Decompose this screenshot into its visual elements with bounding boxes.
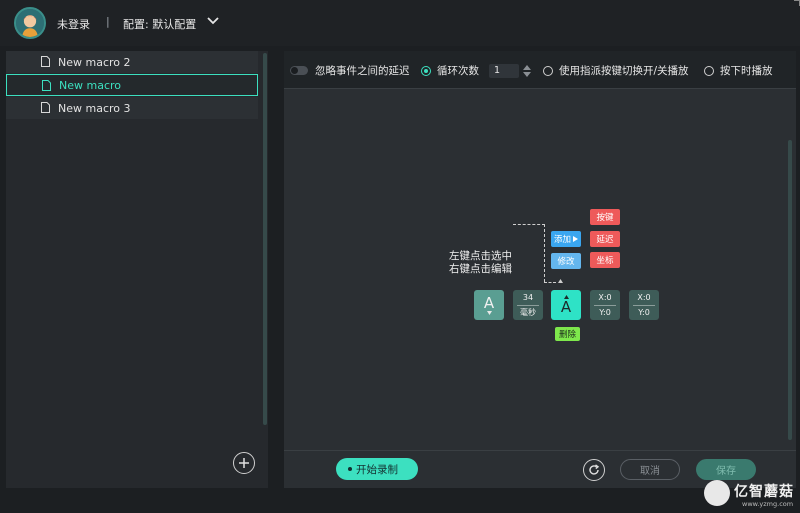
macro-item-2[interactable]: New macro 2: [6, 51, 258, 73]
save-label: 保存: [716, 466, 736, 477]
document-icon: [42, 80, 51, 91]
ignore-delay-toggle[interactable]: [290, 66, 308, 75]
record-dot-icon: [348, 467, 352, 471]
save-button[interactable]: 保存: [696, 459, 756, 480]
document-icon: [41, 102, 50, 113]
header-separator: |: [106, 15, 110, 28]
event-delay[interactable]: 34 毫秒: [513, 290, 543, 320]
chevron-down-icon[interactable]: [206, 14, 220, 28]
event-key-label: A: [560, 298, 572, 316]
ignore-delay-label: 忽略事件之间的延迟: [315, 65, 410, 77]
toggle-play-option[interactable]: 使用指派按键切换开/关播放: [543, 63, 689, 78]
watermark: 亿智蘑菇 www.yzmg.com: [702, 478, 796, 510]
caret-up-icon: [558, 279, 563, 283]
delay-value: 34: [522, 292, 534, 302]
hold-play-radio[interactable]: [704, 65, 714, 76]
help-line-1: 左键点击选中: [449, 250, 512, 262]
help-text: 左键点击选中 右键点击编辑: [449, 250, 512, 276]
macro-list-panel: New macro 2 New macro New macro 3: [6, 51, 268, 488]
help-line-2: 右键点击编辑: [449, 263, 512, 275]
hold-play-option[interactable]: 按下时播放: [704, 63, 773, 78]
macro-item-label: New macro 2: [58, 55, 131, 69]
cancel-label: 取消: [640, 466, 660, 477]
add-macro-button[interactable]: [233, 452, 255, 474]
hold-play-label: 按下时播放: [720, 65, 773, 77]
arrow-down-icon: [486, 311, 492, 315]
loop-count-label: 循环次数: [437, 65, 479, 77]
playback-options-bar: 忽略事件之间的延迟 循环次数 1 使用指派按键切换开/关播放 按下时播放: [284, 51, 796, 89]
coord-x: X:0: [598, 292, 612, 302]
caret-right-icon: [573, 236, 578, 242]
coord-y: Y:0: [638, 307, 650, 317]
macro-item-3[interactable]: New macro 3: [6, 97, 258, 119]
reset-button[interactable]: [583, 459, 605, 481]
event-coordinate[interactable]: X:0 Y:0: [629, 290, 659, 320]
macro-editor-panel: 忽略事件之间的延迟 循环次数 1 使用指派按键切换开/关播放 按下时播放 左键点…: [284, 51, 796, 488]
plus-icon: [239, 458, 249, 468]
top-bar: 未登录 | 配置: 默认配置: [0, 0, 800, 46]
edit-menu-label: 修改: [557, 257, 575, 267]
connector-line: [544, 224, 545, 282]
avatar[interactable]: [14, 7, 46, 39]
macro-list: New macro 2 New macro New macro 3: [6, 51, 258, 120]
add-key-button[interactable]: 按键: [590, 209, 620, 225]
start-recording-label: 开始录制: [356, 463, 398, 476]
event-coordinate[interactable]: X:0 Y:0: [590, 290, 620, 320]
loop-count-radio[interactable]: [421, 65, 431, 76]
delete-label: 删除: [558, 330, 576, 340]
document-icon: [41, 56, 50, 67]
coord-y: Y:0: [599, 307, 611, 317]
macro-item-label: New macro: [59, 78, 122, 92]
watermark-url: www.yzmg.com: [742, 500, 794, 508]
event-canvas: 左键点击选中 右键点击编辑 添加 修改 按键 延迟 坐标 A 34 毫秒 A X…: [284, 90, 796, 450]
add-key-label: 按键: [596, 213, 614, 223]
add-coordinate-button[interactable]: 坐标: [590, 252, 620, 268]
add-menu-label: 添加: [553, 235, 571, 245]
ignore-delay-option[interactable]: 忽略事件之间的延迟: [290, 63, 410, 78]
coord-x: X:0: [637, 292, 651, 302]
add-coordinate-label: 坐标: [596, 256, 614, 266]
cancel-button[interactable]: 取消: [620, 459, 680, 480]
refresh-icon: [589, 464, 600, 475]
connector-line: [544, 282, 556, 283]
start-recording-button[interactable]: 开始录制: [336, 458, 418, 480]
config-selector-label[interactable]: 配置: 默认配置: [123, 16, 196, 32]
macro-item-selected[interactable]: New macro: [6, 74, 258, 96]
add-menu-button[interactable]: 添加: [551, 231, 581, 247]
divider: [633, 304, 655, 306]
watermark-text: 亿智蘑菇: [734, 484, 794, 500]
canvas-scrollbar[interactable]: [788, 140, 792, 440]
avatar-icon: [16, 9, 44, 37]
loop-count-stepper[interactable]: [523, 64, 531, 78]
divider: [517, 304, 539, 306]
toggle-play-radio[interactable]: [543, 65, 553, 76]
login-status[interactable]: 未登录: [57, 16, 90, 32]
connector-line: [513, 224, 545, 225]
watermark-logo-icon: [704, 480, 730, 506]
macro-list-scrollbar[interactable]: [263, 53, 267, 425]
toggle-play-label: 使用指派按键切换开/关播放: [559, 65, 689, 77]
delete-event-button[interactable]: 删除: [555, 327, 580, 341]
edit-menu-button[interactable]: 修改: [551, 253, 581, 269]
loop-count-option[interactable]: 循环次数 1: [421, 63, 531, 78]
loop-count-input[interactable]: 1: [489, 63, 519, 78]
event-key-down[interactable]: A: [474, 290, 504, 320]
window-corner: [794, 0, 800, 6]
delay-unit: 毫秒: [520, 307, 536, 317]
event-key-label: A: [483, 294, 495, 312]
divider: [594, 304, 616, 306]
add-delay-label: 延迟: [596, 235, 614, 245]
macro-item-label: New macro 3: [58, 101, 131, 115]
add-delay-button[interactable]: 延迟: [590, 231, 620, 247]
event-key-up-selected[interactable]: A: [551, 290, 581, 320]
